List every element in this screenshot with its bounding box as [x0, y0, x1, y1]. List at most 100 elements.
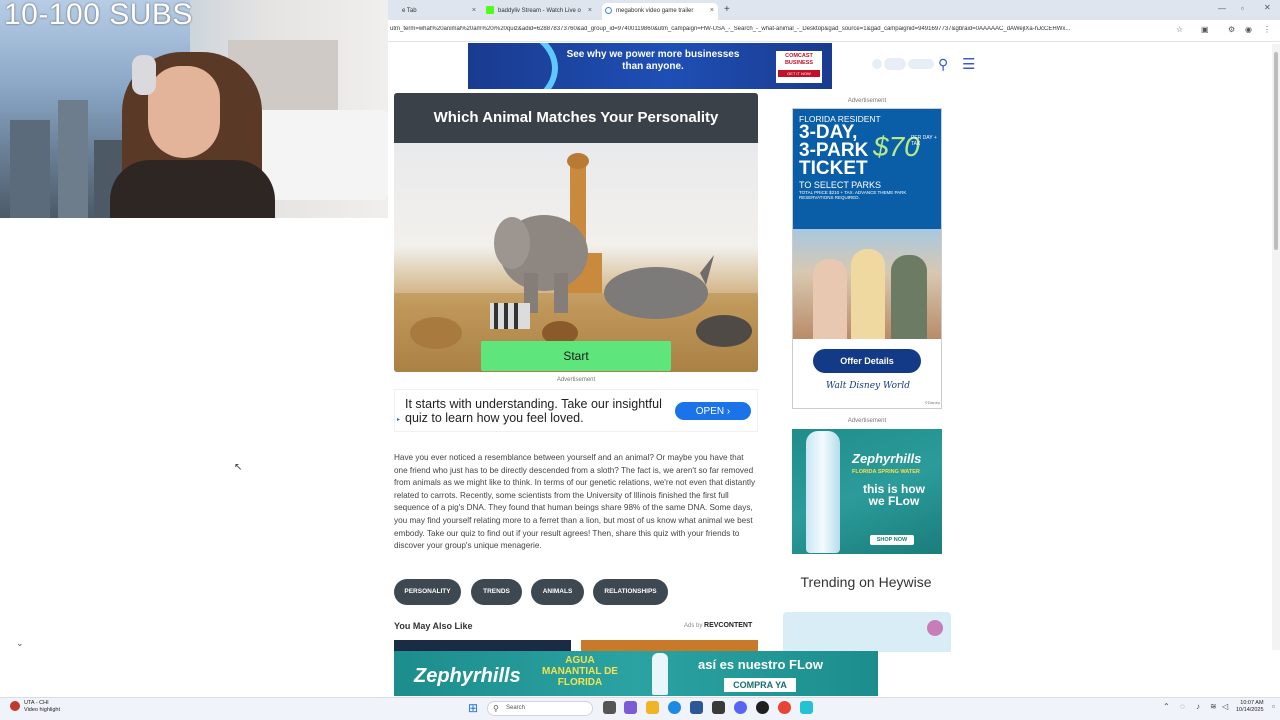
browser-tab[interactable]: baddyliv Stream - Watch Live o × [484, 3, 596, 20]
task-view-icon[interactable] [603, 701, 616, 714]
minimize-icon[interactable]: — [1218, 4, 1226, 13]
quiz-hero-image: Start [394, 143, 758, 372]
disney-ad-footer: Offer Details Walt Disney World ©Disney [793, 339, 941, 408]
scrollbar-thumb[interactable] [1274, 52, 1278, 250]
browser-tab[interactable]: e Tab × [388, 3, 480, 20]
ad-copyright: ©Disney [924, 400, 940, 405]
ad-slogan: this is how we FLow [862, 482, 925, 508]
ad-label: Advertisement [847, 98, 887, 104]
header-dot [872, 59, 882, 69]
quiz-card: Which Animal Matches Your Personality St… [394, 93, 758, 372]
trending-heading: Trending on Heywise [800, 574, 932, 590]
header-pill [908, 59, 934, 69]
kick-icon [486, 6, 494, 14]
ad-headline: See why we power more businesses than an… [566, 49, 740, 72]
tag-personality[interactable]: PERSONALITY [394, 579, 461, 605]
extensions-icon[interactable]: ⚙ [1228, 25, 1235, 34]
open-button[interactable]: OPEN › [675, 402, 751, 420]
person-figure [813, 259, 847, 339]
start-quiz-button[interactable]: Start [481, 341, 671, 371]
adchoices-icon[interactable]: ▸ [397, 416, 400, 423]
tab-close-icon[interactable]: × [588, 7, 592, 14]
windows-taskbar [0, 697, 1280, 720]
windows-start-icon[interactable]: ⊞ [468, 701, 478, 715]
tab-title: e Tab [402, 8, 417, 14]
copilot-icon[interactable] [624, 701, 637, 714]
comcast-banner-ad[interactable]: See why we power more businesses than an… [468, 43, 832, 89]
discord-icon[interactable] [734, 701, 747, 714]
file-explorer-icon[interactable] [646, 701, 659, 714]
ads-by-label: Ads by REVCONTENT [684, 622, 752, 629]
compra-ya-button[interactable]: COMPRA YA [724, 678, 796, 692]
tab-close-icon[interactable]: × [472, 7, 476, 14]
microphone-icon[interactable]: ♪ [1196, 702, 1200, 711]
app-icon[interactable] [800, 701, 813, 714]
obs-icon[interactable] [756, 701, 769, 714]
ad-tagline: FLORIDA SPRING WATER [852, 469, 920, 475]
tag-relationships[interactable]: RELATIONSHIPS [593, 579, 668, 605]
menu-icon[interactable]: ⋮ [1263, 25, 1271, 34]
quiz-title: Which Animal Matches Your Personality [394, 93, 758, 143]
sidebar-icon[interactable]: ▣ [1201, 25, 1209, 34]
store-icon[interactable] [690, 701, 703, 714]
tray-overflow-icon[interactable]: ⌃ [1163, 702, 1170, 711]
chevron-down-icon[interactable]: ⌄ [16, 638, 24, 649]
hamburger-menu-icon[interactable]: ☰ [962, 55, 975, 73]
comcast-logo: COMCAST BUSINESS GET IT NOW [776, 51, 822, 83]
ad-text: PER DAY + TAX [911, 135, 937, 147]
wifi-icon[interactable]: ≋ [1210, 702, 1217, 711]
badge-icon [927, 620, 943, 636]
disney-ad[interactable]: FLORIDA RESIDENT 3-DAY, 3-PARK TICKET $7… [792, 108, 942, 409]
article-body: Have you ever noticed a resemblance betw… [394, 453, 756, 551]
revcontent-logo: REVCONTENT [704, 622, 753, 629]
ad-text: It starts with understanding. Take our i… [405, 397, 662, 425]
google-icon [605, 7, 612, 14]
chrome-icon[interactable] [778, 701, 791, 714]
ad-tagline: AGUA MANANTIAL DE FLORIDA [542, 655, 618, 688]
disney-ad-photo [793, 229, 941, 339]
shop-now-button[interactable]: SHOP NOW [870, 535, 914, 545]
streamer-face [148, 66, 220, 158]
browser-tab-active[interactable]: megabonk video game trailer × [602, 3, 718, 20]
edge-icon[interactable] [668, 701, 681, 714]
clock[interactable]: 10:07 AM 10/14/2025 [1236, 700, 1264, 714]
ad-decoration [468, 43, 558, 89]
clock-time: 10:07 AM [1240, 700, 1264, 706]
zephyrhills-bottom-ad[interactable]: Zephyrhills AGUA MANANTIAL DE FLORIDA as… [394, 651, 878, 696]
quiz-sponsored-ad[interactable]: It starts with understanding. Take our i… [394, 389, 758, 432]
zephyrhills-side-ad[interactable]: Zephyrhills FLORIDA SPRING WATER this is… [792, 429, 942, 554]
notification-icon[interactable]: ▫ [1272, 702, 1275, 711]
weather-widget[interactable]: UTA - CHI Video highlight [10, 700, 60, 714]
network-icon[interactable]: ◌ [1180, 702, 1185, 711]
tag-trends[interactable]: TRENDS [471, 579, 522, 605]
maximize-icon[interactable]: ▫ [1241, 4, 1244, 13]
ad-label: Advertisement [847, 418, 887, 424]
tab-close-icon[interactable]: × [710, 7, 714, 14]
volume-icon[interactable]: ◁ [1222, 702, 1228, 711]
header-pill [884, 58, 906, 70]
ad-text: TO SELECT PARKS [799, 180, 882, 190]
taskbar-search[interactable]: ⚲ Search [487, 701, 593, 716]
new-tab-button[interactable]: + [724, 4, 730, 15]
app-icon[interactable] [712, 701, 725, 714]
bookmark-star-icon[interactable]: ☆ [1176, 25, 1183, 34]
open-label: OPEN [695, 406, 725, 417]
ad-cta-button[interactable]: GET IT NOW [778, 70, 820, 77]
close-window-icon[interactable]: ✕ [1264, 3, 1271, 12]
water-bottle-image [806, 431, 840, 553]
search-placeholder: Search [506, 705, 526, 711]
brand-line: BUSINESS [784, 60, 814, 66]
search-icon[interactable]: ⚲ [938, 56, 948, 73]
disney-ad-offer: FLORIDA RESIDENT 3-DAY, 3-PARK TICKET $7… [793, 109, 941, 229]
zephyrhills-logo: Zephyrhills [852, 451, 922, 466]
url-input[interactable]: utm_term=what%20animal%20am%20i%20quiz&a… [390, 26, 1180, 37]
offer-details-button[interactable]: Offer Details [813, 349, 921, 373]
profile-icon[interactable]: ◉ [1245, 25, 1252, 34]
walt-disney-world-logo: Walt Disney World [826, 381, 910, 391]
tag-animals[interactable]: ANIMALS [531, 579, 584, 605]
browser-tab-bar: e Tab × baddyliv Stream - Watch Live o ×… [388, 0, 1280, 20]
ad-slogan: así es nuestro FLow [698, 657, 823, 672]
trending-card[interactable] [783, 612, 951, 652]
water-bottle-image [652, 653, 668, 695]
search-icon: ⚲ [493, 704, 499, 713]
